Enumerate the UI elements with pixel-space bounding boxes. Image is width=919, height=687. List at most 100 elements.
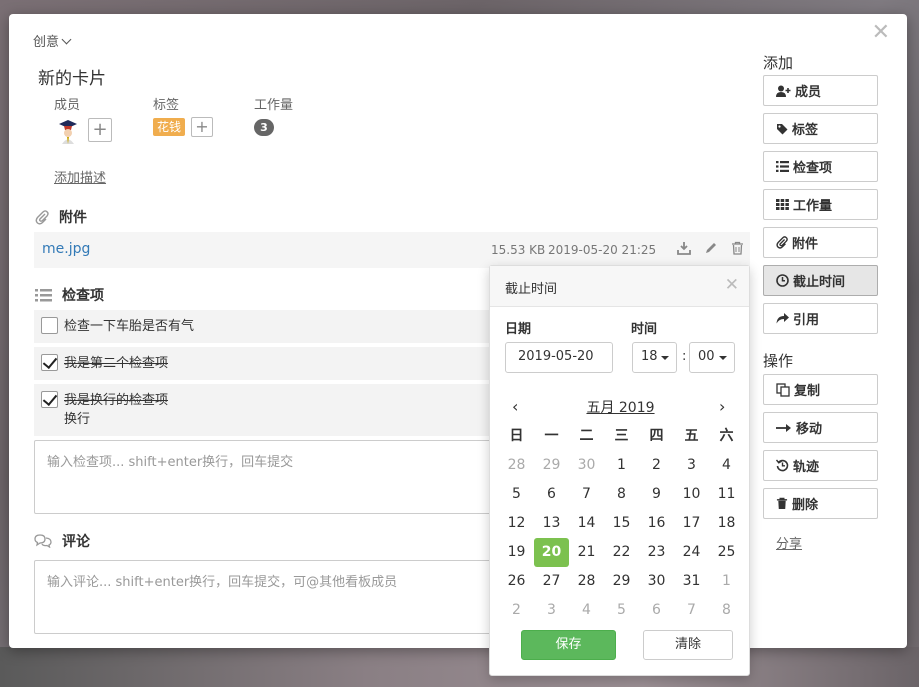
add-checklist-sidebar-button[interactable]: 检查项: [763, 151, 878, 182]
calendar-day[interactable]: 29: [534, 451, 569, 480]
calendar-day[interactable]: 18: [709, 509, 744, 538]
calendar-day[interactable]: 7: [569, 480, 604, 509]
checklist-item[interactable]: 我是第二个检查项: [34, 347, 494, 380]
card-title[interactable]: 新的卡片: [38, 64, 106, 89]
calendar-day[interactable]: 30: [639, 567, 674, 596]
calendar-week-row: 28 29 30 1 2 3 4: [499, 451, 744, 480]
minute-select[interactable]: 00: [689, 342, 735, 373]
calendar-day[interactable]: 25: [709, 538, 744, 567]
attachments-heading-text: 附件: [59, 210, 87, 226]
date-input[interactable]: 2019-05-20: [505, 342, 613, 373]
save-button[interactable]: 保存: [521, 630, 616, 660]
member-avatar[interactable]: [56, 118, 80, 144]
edit-icon[interactable]: [704, 241, 718, 255]
calendar-day[interactable]: 26: [499, 567, 534, 596]
clock-icon: [776, 274, 789, 287]
close-icon[interactable]: ✕: [872, 22, 890, 44]
calendar-day[interactable]: 15: [604, 509, 639, 538]
board-breadcrumb[interactable]: 创意: [33, 31, 72, 50]
add-tag-sidebar-button[interactable]: 标签: [763, 113, 878, 144]
calendar-day[interactable]: 5: [604, 596, 639, 625]
hour-select[interactable]: 18: [632, 342, 677, 373]
clear-button[interactable]: 清除: [643, 630, 733, 660]
calendar-day[interactable]: 7: [674, 596, 709, 625]
history-icon: [776, 459, 789, 472]
comment-input[interactable]: 输入评论... shift+enter换行，回车提交，可@其他看板成员: [34, 560, 504, 634]
calendar-day[interactable]: 1: [604, 451, 639, 480]
add-attachment-sidebar-label: 附件: [792, 237, 819, 252]
copy-button[interactable]: 复制: [763, 374, 878, 405]
list-icon: [776, 161, 789, 172]
calendar-day[interactable]: 29: [604, 567, 639, 596]
calendar-day-selected[interactable]: 20: [534, 538, 569, 567]
calendar-day[interactable]: 6: [639, 596, 674, 625]
calendar-day[interactable]: 28: [499, 451, 534, 480]
share-link[interactable]: 分享: [776, 533, 802, 552]
prev-month-icon[interactable]: ‹: [512, 397, 518, 416]
calendar-day[interactable]: 11: [709, 480, 744, 509]
calendar-day[interactable]: 19: [499, 538, 534, 567]
calendar-day[interactable]: 28: [569, 567, 604, 596]
calendar-day[interactable]: 1: [709, 567, 744, 596]
calendar-day[interactable]: 9: [639, 480, 674, 509]
calendar-day[interactable]: 30: [569, 451, 604, 480]
move-button[interactable]: 移动: [763, 412, 878, 443]
attachment-name[interactable]: me.jpg: [42, 241, 90, 257]
calendar-day[interactable]: 13: [534, 509, 569, 538]
calendar-day[interactable]: 14: [569, 509, 604, 538]
next-month-icon[interactable]: ›: [719, 397, 725, 416]
calendar-day[interactable]: 3: [674, 451, 709, 480]
reference-sidebar-label: 引用: [793, 313, 820, 328]
checklist-item[interactable]: 我是换行的检查项 换行: [34, 384, 494, 436]
delete-button[interactable]: 删除: [763, 488, 878, 519]
add-heading: 添加: [763, 54, 794, 72]
list-icon: [35, 289, 52, 302]
add-description-link[interactable]: 添加描述: [54, 167, 106, 186]
calendar-day[interactable]: 2: [639, 451, 674, 480]
calendar-day[interactable]: 17: [674, 509, 709, 538]
add-member-sidebar-label: 成员: [795, 85, 822, 100]
download-icon[interactable]: [677, 241, 691, 255]
calendar-day[interactable]: 4: [709, 451, 744, 480]
calendar-month[interactable]: 五月 2019: [490, 397, 751, 417]
workload-badge[interactable]: 3: [254, 119, 274, 136]
add-member-sidebar-button[interactable]: 成员: [763, 75, 878, 106]
add-member-button[interactable]: +: [88, 118, 112, 142]
checklist-checkbox[interactable]: [41, 317, 58, 334]
calendar-day[interactable]: 24: [674, 538, 709, 567]
calendar-day[interactable]: 4: [569, 596, 604, 625]
reference-sidebar-button[interactable]: 引用: [763, 303, 878, 334]
trash-icon[interactable]: [731, 241, 744, 255]
add-tag-button[interactable]: +: [191, 117, 213, 137]
calendar-day[interactable]: 6: [534, 480, 569, 509]
date-label: 日期: [505, 322, 532, 337]
checklist-item[interactable]: 检查一下车胎是否有气: [34, 310, 494, 343]
members-label: 成员: [54, 98, 81, 113]
tag-chip[interactable]: 花钱: [153, 118, 186, 136]
breadcrumb-board: 创意: [33, 35, 60, 50]
calendar-day[interactable]: 12: [499, 509, 534, 538]
calendar-day[interactable]: 27: [534, 567, 569, 596]
calendar-day[interactable]: 21: [569, 538, 604, 567]
add-attachment-sidebar-button[interactable]: 附件: [763, 227, 878, 258]
checklist-input[interactable]: 输入检查项... shift+enter换行，回车提交: [34, 440, 504, 514]
calendar-grid: 日一二三四五六 28 29 30 1 2 3 4 5 6 7 8 9 10 11 12 13 14 15 16 17 18…: [499, 422, 744, 625]
calendar-day[interactable]: 8: [604, 480, 639, 509]
add-workload-sidebar-button[interactable]: 工作量: [763, 189, 878, 220]
calendar-day[interactable]: 2: [499, 596, 534, 625]
calendar-day[interactable]: 16: [639, 509, 674, 538]
checklist-checkbox[interactable]: [41, 354, 58, 371]
calendar-day[interactable]: 3: [534, 596, 569, 625]
checklist-checkbox[interactable]: [41, 391, 58, 408]
history-button[interactable]: 轨迹: [763, 450, 878, 481]
close-icon[interactable]: ✕: [725, 275, 739, 295]
calendar-day[interactable]: 23: [639, 538, 674, 567]
tags-label: 标签: [153, 98, 180, 113]
due-date-sidebar-button[interactable]: 截止时间: [763, 265, 878, 296]
copy-icon: [776, 382, 790, 397]
calendar-day[interactable]: 10: [674, 480, 709, 509]
calendar-day[interactable]: 22: [604, 538, 639, 567]
calendar-day[interactable]: 5: [499, 480, 534, 509]
calendar-day[interactable]: 31: [674, 567, 709, 596]
calendar-day[interactable]: 8: [709, 596, 744, 625]
